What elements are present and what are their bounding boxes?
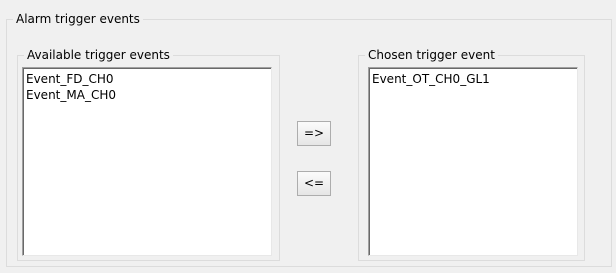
available-events-listbox[interactable]: Event_FD_CH0 Event_MA_CH0 <box>22 67 272 256</box>
alarm-trigger-events-group: Alarm trigger events Available trigger e… <box>6 12 612 267</box>
alarm-trigger-events-title: Alarm trigger events <box>13 12 143 27</box>
remove-event-button-label: <= <box>303 176 325 190</box>
add-event-button-label: => <box>303 126 325 140</box>
chosen-trigger-event-title: Chosen trigger event <box>365 48 498 63</box>
chosen-trigger-event-group: Chosen trigger event Event_OT_CH0_GL1 <box>358 48 585 261</box>
add-event-button[interactable]: => <box>297 121 331 146</box>
available-trigger-events-title: Available trigger events <box>24 48 173 63</box>
available-trigger-events-group: Available trigger events Event_FD_CH0 Ev… <box>17 48 280 261</box>
remove-event-button[interactable]: <= <box>297 171 331 196</box>
list-item[interactable]: Event_FD_CH0 <box>25 71 269 87</box>
list-item[interactable]: Event_OT_CH0_GL1 <box>371 71 575 87</box>
list-item[interactable]: Event_MA_CH0 <box>25 87 269 103</box>
chosen-events-listbox[interactable]: Event_OT_CH0_GL1 <box>368 67 578 256</box>
